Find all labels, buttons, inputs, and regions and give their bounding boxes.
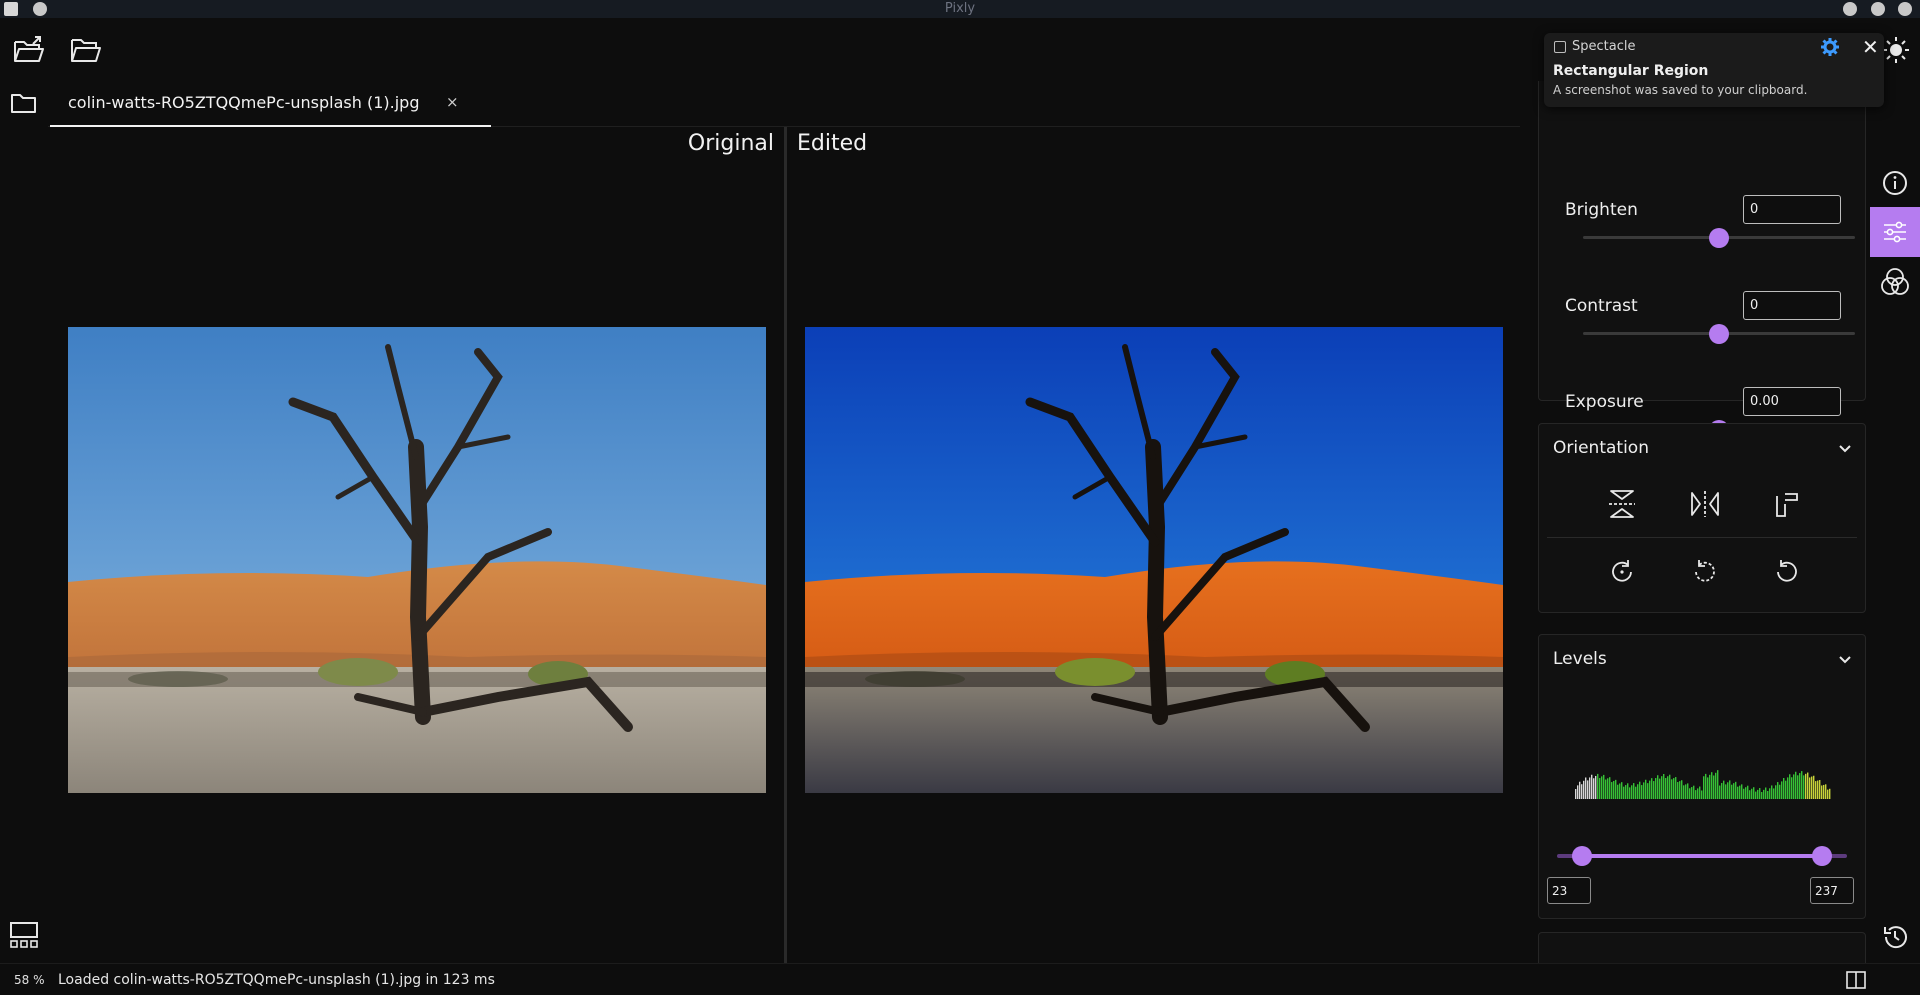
open-folder-button[interactable] bbox=[67, 32, 105, 68]
rotate-cw-button[interactable] bbox=[1602, 552, 1642, 592]
orientation-title: Orientation bbox=[1553, 438, 1649, 458]
folder-open-icon bbox=[71, 39, 101, 62]
contrast-label: Contrast bbox=[1565, 296, 1638, 316]
screenshot-notification: Spectacle ✕ Rectangular Region A screens… bbox=[1544, 33, 1884, 107]
flip-vertical-button[interactable] bbox=[1602, 484, 1642, 524]
adjustments-button[interactable] bbox=[1870, 207, 1920, 257]
thumbnail-strip-button[interactable] bbox=[6, 917, 42, 953]
brighten-label: Brighten bbox=[1565, 200, 1638, 220]
minimize-icon[interactable] bbox=[1843, 2, 1857, 16]
info-button[interactable] bbox=[1870, 158, 1920, 208]
sun-icon[interactable] bbox=[1883, 37, 1909, 63]
brighten-input[interactable] bbox=[1743, 195, 1841, 224]
history-button[interactable] bbox=[1870, 912, 1920, 962]
exposure-input[interactable] bbox=[1743, 387, 1841, 416]
open-file-button[interactable] bbox=[10, 32, 48, 68]
original-label: Original bbox=[687, 131, 774, 156]
levels-title: Levels bbox=[1553, 649, 1607, 669]
contrast-slider-thumb[interactable] bbox=[1709, 324, 1729, 344]
rotate-reset-icon bbox=[1777, 560, 1797, 582]
gear-icon[interactable] bbox=[1820, 37, 1840, 57]
edited-image bbox=[805, 327, 1503, 793]
rotate-ccw-button[interactable] bbox=[1685, 552, 1725, 592]
history-icon bbox=[1884, 926, 1907, 949]
rotate-cw-icon bbox=[1612, 560, 1632, 582]
color-filters-button[interactable] bbox=[1870, 257, 1920, 307]
exposure-label: Exposure bbox=[1565, 392, 1644, 412]
levels-card: Levels bbox=[1538, 634, 1866, 919]
levels-histogram bbox=[1575, 770, 1831, 799]
adjustments-panel: Brighten Contrast Exposure Orientation bbox=[1520, 81, 1870, 963]
browse-folder-button[interactable] bbox=[6, 85, 42, 121]
chevron-down-icon[interactable] bbox=[1837, 440, 1853, 456]
brighten-slider-thumb[interactable] bbox=[1709, 228, 1729, 248]
levels-low-input[interactable] bbox=[1547, 877, 1591, 904]
right-rail bbox=[1870, 81, 1920, 963]
info-icon bbox=[1883, 171, 1907, 195]
status-message: Loaded colin-watts-RO5ZTQQmePc-unsplash … bbox=[58, 972, 495, 988]
levels-low-thumb[interactable] bbox=[1572, 846, 1592, 866]
chevron-down-icon[interactable] bbox=[1837, 651, 1853, 667]
flip-horizontal-button[interactable] bbox=[1685, 484, 1725, 524]
folder-icon bbox=[11, 94, 36, 113]
contrast-input[interactable] bbox=[1743, 291, 1841, 320]
tab-image[interactable]: colin-watts-RO5ZTQQmePc-unsplash (1).jpg… bbox=[50, 81, 491, 127]
notification-body: A screenshot was saved to your clipboard… bbox=[1553, 83, 1808, 97]
gallery-icon bbox=[10, 922, 38, 948]
original-image bbox=[68, 327, 766, 793]
levels-range-slider[interactable] bbox=[1557, 844, 1847, 868]
close-window-icon[interactable] bbox=[1898, 2, 1912, 16]
levels-high-thumb[interactable] bbox=[1812, 846, 1832, 866]
compare-divider[interactable] bbox=[784, 127, 787, 963]
window-titlebar: Pixly bbox=[0, 0, 1920, 18]
tab-bar: colin-watts-RO5ZTQQmePc-unsplash (1).jpg… bbox=[48, 81, 1520, 127]
rotate-reset-button[interactable] bbox=[1767, 552, 1807, 592]
split-view-icon[interactable] bbox=[1846, 971, 1866, 989]
edited-label: Edited bbox=[797, 131, 868, 156]
notification-app-name: Spectacle bbox=[1572, 39, 1636, 54]
rotate-free-button[interactable] bbox=[1767, 484, 1807, 524]
flip-horizontal-icon bbox=[1691, 491, 1719, 517]
light-adjustments-card: Brighten Contrast Exposure bbox=[1538, 81, 1866, 440]
spectacle-icon bbox=[1554, 41, 1566, 53]
image-viewer: Original Edited bbox=[48, 127, 1520, 963]
orientation-separator bbox=[1547, 537, 1857, 538]
maximize-icon[interactable] bbox=[1871, 2, 1885, 16]
window-title: Pixly bbox=[944, 1, 976, 16]
levels-high-input[interactable] bbox=[1810, 877, 1854, 904]
color-channels-icon bbox=[1881, 268, 1909, 295]
flip-vertical-icon bbox=[1609, 490, 1635, 518]
tab-filename: colin-watts-RO5ZTQQmePc-unsplash (1).jpg bbox=[68, 93, 420, 112]
orientation-card: Orientation bbox=[1538, 423, 1866, 613]
status-bar: 58 % Loaded colin-watts-RO5ZTQQmePc-unsp… bbox=[0, 963, 1920, 995]
rotate-free-icon bbox=[1776, 493, 1798, 517]
brighten-slider[interactable] bbox=[1583, 227, 1855, 248]
levels-range-fill bbox=[1582, 854, 1824, 858]
notification-close-button[interactable]: ✕ bbox=[1862, 35, 1879, 59]
notification-heading: Rectangular Region bbox=[1553, 63, 1709, 79]
next-card bbox=[1538, 932, 1866, 963]
left-rail bbox=[0, 81, 48, 963]
tab-close-button[interactable]: × bbox=[446, 93, 459, 111]
zoom-level[interactable]: 58 % bbox=[14, 973, 45, 987]
rotate-ccw-icon bbox=[1695, 560, 1715, 582]
sliders-icon bbox=[1884, 221, 1906, 243]
open-file-icon bbox=[14, 36, 44, 62]
contrast-slider[interactable] bbox=[1583, 323, 1855, 344]
